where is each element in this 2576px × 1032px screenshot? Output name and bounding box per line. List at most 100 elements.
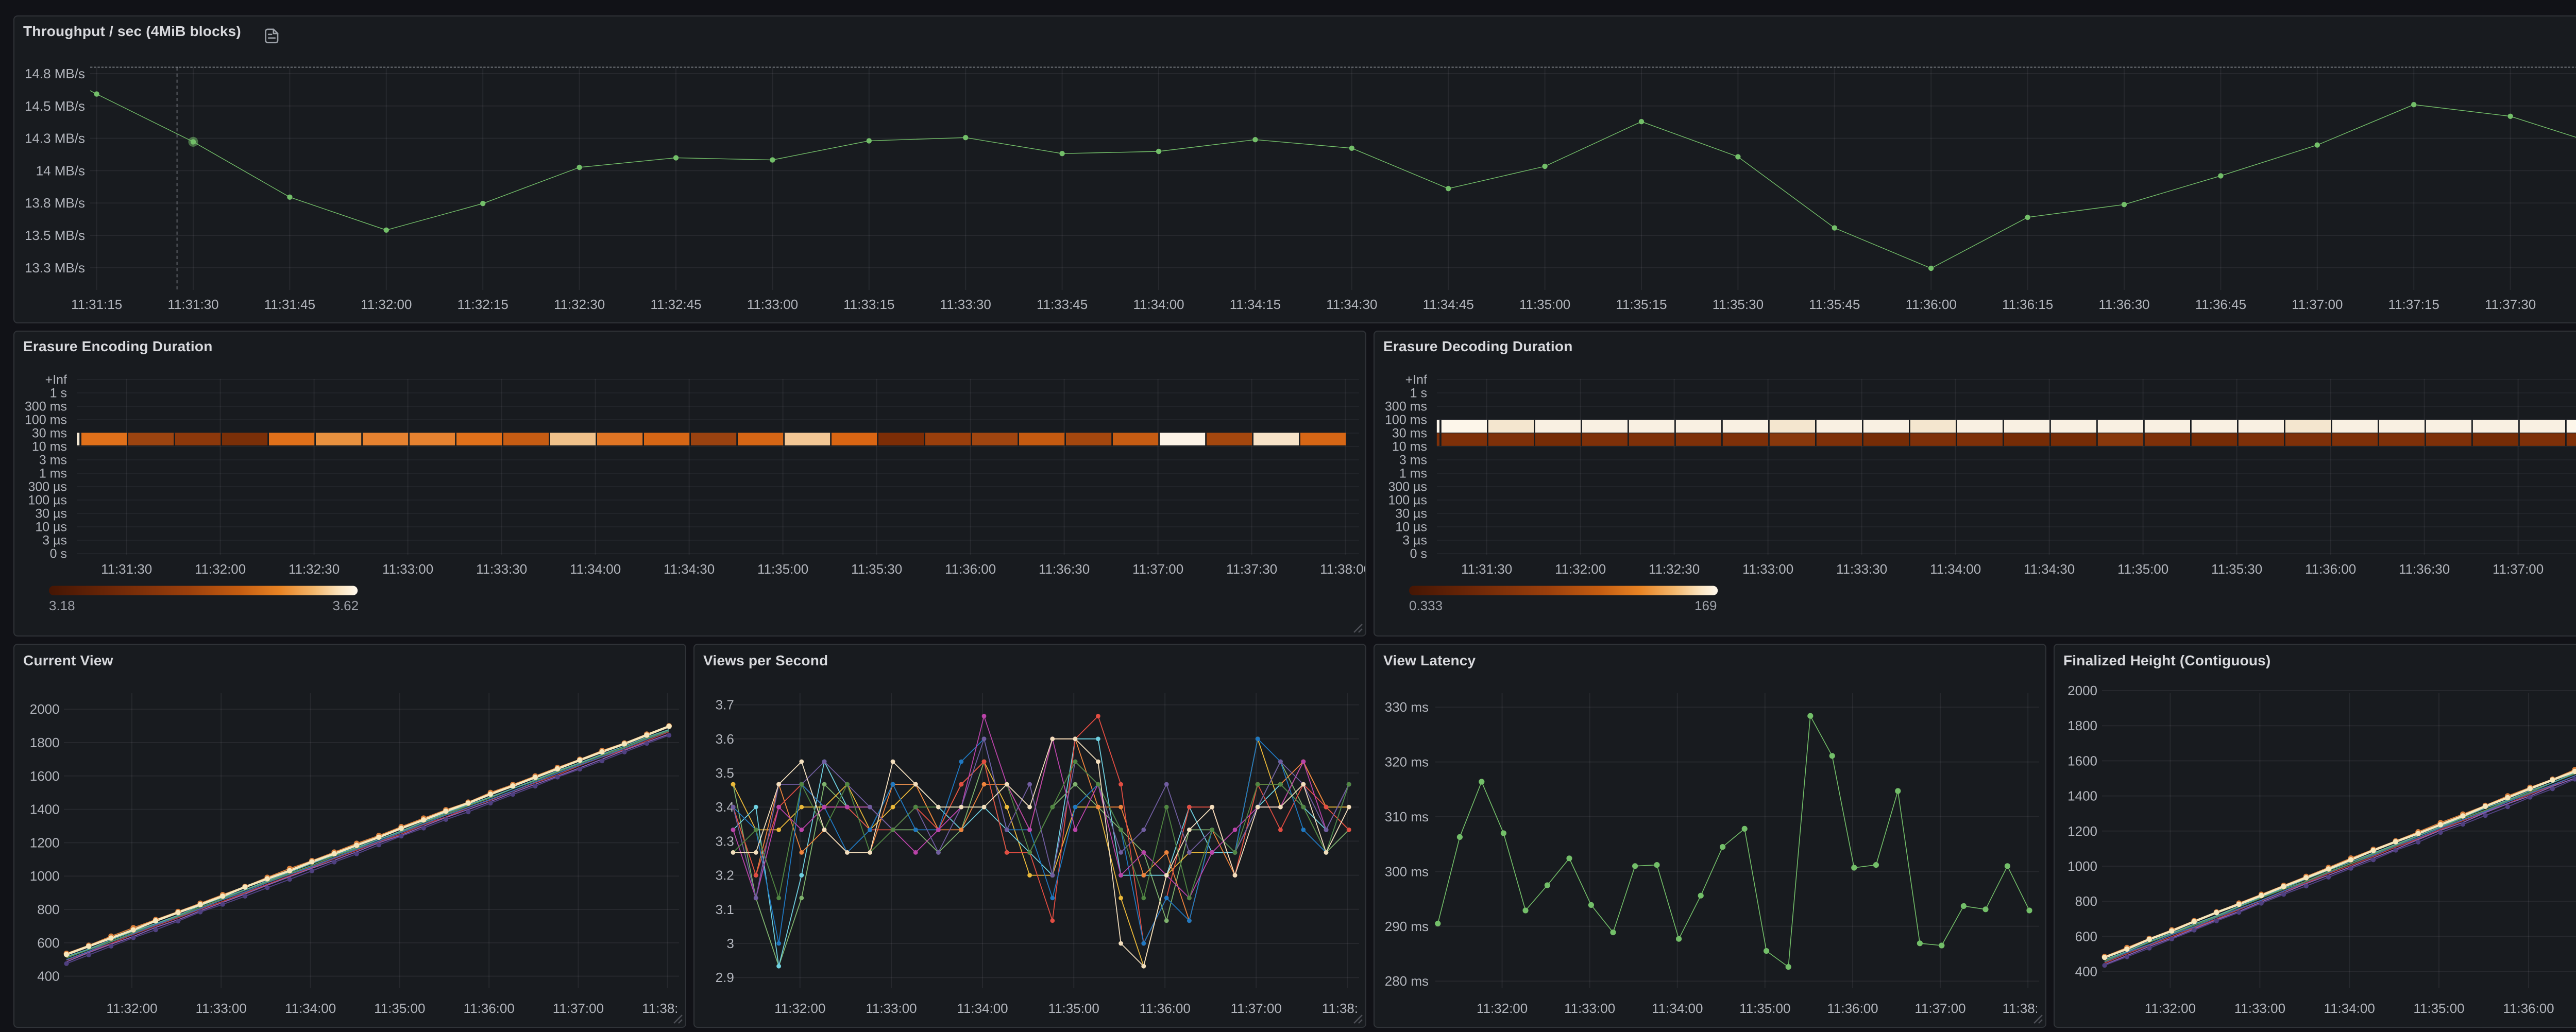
svg-text:2000: 2000 bbox=[2067, 683, 2097, 698]
svg-text:11:34:30: 11:34:30 bbox=[663, 561, 714, 576]
svg-text:1400: 1400 bbox=[2067, 788, 2097, 804]
svg-text:0.333: 0.333 bbox=[1409, 597, 1442, 613]
svg-text:11:35:15: 11:35:15 bbox=[1615, 296, 1666, 312]
svg-text:11:36:00: 11:36:00 bbox=[463, 1001, 514, 1016]
svg-text:13.3 MB/s: 13.3 MB/s bbox=[24, 260, 84, 275]
svg-text:320 ms: 320 ms bbox=[1384, 754, 1428, 770]
svg-text:11:37:30: 11:37:30 bbox=[2484, 296, 2535, 312]
svg-text:11:32:30: 11:32:30 bbox=[1648, 561, 1699, 576]
svg-text:11:35:00: 11:35:00 bbox=[1519, 296, 1570, 312]
svg-text:0 s: 0 s bbox=[49, 546, 66, 561]
svg-text:11:32:30: 11:32:30 bbox=[288, 561, 339, 576]
svg-text:14.5 MB/s: 14.5 MB/s bbox=[24, 98, 84, 113]
svg-text:0 s: 0 s bbox=[1410, 546, 1427, 561]
svg-text:3.2: 3.2 bbox=[715, 868, 734, 883]
svg-text:100 ms: 100 ms bbox=[24, 412, 66, 427]
svg-text:11:34:00: 11:34:00 bbox=[956, 1001, 1007, 1016]
svg-text:11:33:30: 11:33:30 bbox=[940, 296, 991, 312]
svg-text:290 ms: 290 ms bbox=[1384, 919, 1428, 934]
svg-text:11:36:15: 11:36:15 bbox=[2002, 296, 2053, 312]
svg-text:300 µs: 300 µs bbox=[27, 479, 66, 494]
svg-text:11:34:00: 11:34:00 bbox=[1929, 561, 1980, 576]
svg-text:800: 800 bbox=[37, 902, 59, 917]
svg-text:3 ms: 3 ms bbox=[39, 453, 66, 467]
svg-text:11:32:15: 11:32:15 bbox=[457, 296, 508, 312]
svg-text:11:37:00: 11:37:00 bbox=[2492, 561, 2543, 576]
svg-text:11:38:00: 11:38:00 bbox=[2002, 1001, 2045, 1016]
svg-text:11:35:30: 11:35:30 bbox=[851, 561, 902, 576]
svg-text:11:32:00: 11:32:00 bbox=[774, 1001, 825, 1016]
svg-text:11:32:00: 11:32:00 bbox=[106, 1001, 157, 1016]
svg-text:11:36:30: 11:36:30 bbox=[2098, 296, 2149, 312]
svg-text:2.9: 2.9 bbox=[715, 970, 734, 985]
svg-text:3 ms: 3 ms bbox=[1399, 453, 1427, 467]
svg-text:11:32:45: 11:32:45 bbox=[650, 296, 701, 312]
svg-text:1600: 1600 bbox=[29, 768, 59, 784]
svg-text:11:32:30: 11:32:30 bbox=[553, 296, 604, 312]
svg-text:3.6: 3.6 bbox=[715, 731, 734, 747]
svg-text:3.3: 3.3 bbox=[715, 833, 734, 849]
svg-text:3.18: 3.18 bbox=[48, 597, 75, 613]
svg-text:11:38:00: 11:38:00 bbox=[641, 1001, 685, 1016]
svg-text:400: 400 bbox=[37, 969, 59, 984]
svg-text:11:36:45: 11:36:45 bbox=[2195, 296, 2246, 312]
svg-text:11:34:00: 11:34:00 bbox=[1651, 1001, 1702, 1016]
svg-text:11:33:45: 11:33:45 bbox=[1036, 296, 1087, 312]
svg-text:11:33:00: 11:33:00 bbox=[747, 296, 798, 312]
svg-text:11:34:45: 11:34:45 bbox=[1422, 296, 1473, 312]
svg-text:1 ms: 1 ms bbox=[39, 466, 66, 480]
svg-text:30 ms: 30 ms bbox=[1392, 426, 1427, 440]
svg-text:11:35:00: 11:35:00 bbox=[1739, 1001, 1790, 1016]
svg-text:11:33:15: 11:33:15 bbox=[843, 296, 894, 312]
svg-text:300 ms: 300 ms bbox=[24, 399, 66, 414]
svg-text:600: 600 bbox=[37, 935, 59, 951]
svg-text:11:32:00: 11:32:00 bbox=[360, 296, 411, 312]
svg-text:10 ms: 10 ms bbox=[31, 439, 66, 454]
svg-text:1 s: 1 s bbox=[1410, 386, 1427, 400]
svg-text:1800: 1800 bbox=[2067, 718, 2097, 733]
svg-text:600: 600 bbox=[2075, 928, 2097, 944]
svg-text:330 ms: 330 ms bbox=[1384, 699, 1428, 715]
svg-text:1000: 1000 bbox=[29, 868, 59, 884]
svg-text:11:35:00: 11:35:00 bbox=[757, 561, 808, 576]
svg-text:11:36:00: 11:36:00 bbox=[2502, 1001, 2553, 1016]
svg-text:11:35:00: 11:35:00 bbox=[2413, 1001, 2464, 1016]
svg-text:3 µs: 3 µs bbox=[1402, 533, 1427, 547]
svg-text:300 ms: 300 ms bbox=[1384, 399, 1427, 414]
svg-text:11:31:15: 11:31:15 bbox=[71, 296, 122, 312]
svg-text:3.1: 3.1 bbox=[715, 902, 734, 917]
svg-text:11:33:00: 11:33:00 bbox=[1742, 561, 1793, 576]
svg-text:11:34:00: 11:34:00 bbox=[569, 561, 620, 576]
svg-text:11:34:30: 11:34:30 bbox=[2023, 561, 2074, 576]
svg-text:10 µs: 10 µs bbox=[35, 520, 66, 534]
svg-text:11:34:15: 11:34:15 bbox=[1229, 296, 1280, 312]
svg-text:11:33:30: 11:33:30 bbox=[476, 561, 527, 576]
svg-text:100 ms: 100 ms bbox=[1384, 412, 1427, 427]
svg-text:11:37:00: 11:37:00 bbox=[552, 1001, 603, 1016]
svg-text:1000: 1000 bbox=[2067, 858, 2097, 874]
svg-text:30 µs: 30 µs bbox=[35, 506, 66, 521]
svg-text:2000: 2000 bbox=[29, 701, 59, 717]
svg-text:11:34:00: 11:34:00 bbox=[284, 1001, 335, 1016]
svg-text:11:35:00: 11:35:00 bbox=[1048, 1001, 1099, 1016]
svg-text:10 ms: 10 ms bbox=[1392, 439, 1427, 454]
svg-text:11:33:30: 11:33:30 bbox=[1836, 561, 1887, 576]
svg-text:280 ms: 280 ms bbox=[1384, 973, 1428, 989]
svg-text:11:32:00: 11:32:00 bbox=[194, 561, 245, 576]
svg-text:300 ms: 300 ms bbox=[1384, 864, 1428, 879]
svg-text:310 ms: 310 ms bbox=[1384, 809, 1428, 824]
svg-text:11:35:45: 11:35:45 bbox=[1808, 296, 1859, 312]
svg-text:1400: 1400 bbox=[29, 802, 59, 817]
svg-text:11:33:00: 11:33:00 bbox=[2234, 1001, 2285, 1016]
svg-text:3.5: 3.5 bbox=[715, 765, 734, 781]
svg-text:11:37:30: 11:37:30 bbox=[1226, 561, 1277, 576]
svg-text:11:32:00: 11:32:00 bbox=[1476, 1001, 1527, 1016]
svg-text:300 µs: 300 µs bbox=[1387, 479, 1427, 494]
svg-text:11:33:00: 11:33:00 bbox=[195, 1001, 246, 1016]
svg-text:11:32:00: 11:32:00 bbox=[2144, 1001, 2195, 1016]
svg-text:11:37:00: 11:37:00 bbox=[1914, 1001, 1965, 1016]
svg-text:11:31:30: 11:31:30 bbox=[167, 296, 218, 312]
svg-text:11:36:00: 11:36:00 bbox=[1905, 296, 1956, 312]
svg-text:11:31:45: 11:31:45 bbox=[264, 296, 315, 312]
svg-text:3 µs: 3 µs bbox=[42, 533, 66, 547]
